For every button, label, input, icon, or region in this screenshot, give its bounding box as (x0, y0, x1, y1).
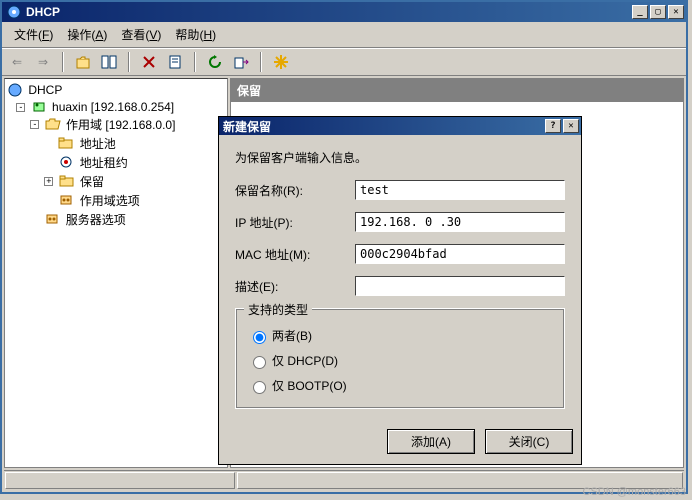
dhcp-icon (7, 83, 23, 97)
up-folder-button[interactable] (72, 51, 94, 73)
expand-icon[interactable]: + (44, 177, 53, 186)
description-label: 描述(E): (235, 278, 355, 295)
tree-server-options[interactable]: 服务器选项 (7, 210, 225, 229)
radio-dhcp-label: 仅 DHCP(D) (272, 352, 338, 369)
options-icon (44, 212, 60, 226)
pane-header: 保留 (231, 79, 683, 102)
new-reservation-dialog: 新建保留 ? ✕ 为保留客户端输入信息。 保留名称(R): IP 地址(P): … (218, 116, 582, 465)
folder-open-icon (45, 117, 61, 131)
maximize-button[interactable]: ▢ (650, 5, 666, 19)
collapse-icon[interactable]: - (30, 120, 39, 129)
reservation-name-input[interactable] (355, 180, 565, 200)
close-dialog-button[interactable]: 关闭(C) (485, 429, 573, 454)
ip-address-label: IP 地址(P): (235, 214, 355, 231)
radio-both-label: 两者(B) (272, 327, 312, 344)
dialog-title: 新建保留 (223, 118, 543, 135)
description-input[interactable] (355, 276, 565, 296)
show-hide-tree-button[interactable] (98, 51, 120, 73)
dialog-close-button[interactable]: ✕ (563, 119, 579, 133)
tree-pane[interactable]: DHCP - huaxin [192.168.0.254] - 作用域 [192… (4, 78, 228, 468)
radio-bootp-label: 仅 BOOTP(O) (272, 377, 347, 394)
menubar: 文件(F) 操作(A) 查看(V) 帮助(H) (2, 22, 686, 48)
menu-file[interactable]: 文件(F) (8, 24, 59, 45)
menu-action[interactable]: 操作(A) (61, 24, 113, 45)
toolbar: ⇐ ⇒ (2, 48, 686, 76)
collapse-icon[interactable]: - (16, 103, 25, 112)
mac-address-label: MAC 地址(M): (235, 246, 355, 263)
options-icon (58, 193, 74, 207)
radio-dhcp-only[interactable] (253, 356, 266, 369)
properties-button[interactable] (164, 51, 186, 73)
radio-both[interactable] (253, 331, 266, 344)
minimize-button[interactable]: _ (632, 5, 648, 19)
tree-scope-options[interactable]: 作用域选项 (7, 191, 225, 210)
menu-help[interactable]: 帮助(H) (169, 24, 222, 45)
tree-pool[interactable]: 地址池 (7, 134, 225, 153)
mac-address-input[interactable] (355, 244, 565, 264)
dialog-help-button[interactable]: ? (545, 119, 561, 133)
tree-server[interactable]: - huaxin [192.168.0.254] (7, 98, 225, 115)
lease-icon (58, 155, 74, 169)
close-button[interactable]: ✕ (668, 5, 684, 19)
export-button[interactable] (230, 51, 252, 73)
tree-scope[interactable]: - 作用域 [192.168.0.0] (7, 115, 225, 134)
dhcp-app-icon (6, 4, 22, 20)
new-reservation-button[interactable] (270, 51, 292, 73)
forward-button[interactable]: ⇒ (32, 51, 54, 73)
dialog-instruction: 为保留客户端输入信息。 (235, 149, 565, 166)
supported-types-group: 支持的类型 两者(B) 仅 DHCP(D) 仅 BOOTP(O) (235, 308, 565, 409)
folder-icon (58, 136, 74, 150)
tree-lease[interactable]: 地址租约 (7, 153, 225, 172)
server-icon (31, 100, 47, 114)
refresh-button[interactable] (204, 51, 226, 73)
window-title: DHCP (26, 5, 630, 19)
ip-address-input[interactable] (355, 212, 565, 232)
group-title: 支持的类型 (244, 301, 312, 318)
add-button[interactable]: 添加(A) (387, 429, 475, 454)
reservation-name-label: 保留名称(R): (235, 182, 355, 199)
delete-button[interactable] (138, 51, 160, 73)
folder-icon (59, 174, 75, 188)
tree-reservation[interactable]: + 保留 (7, 172, 225, 191)
watermark: CSDN @monster663 (583, 486, 686, 498)
main-titlebar: DHCP _ ▢ ✕ (2, 2, 686, 22)
menu-view[interactable]: 查看(V) (115, 24, 167, 45)
radio-bootp-only[interactable] (253, 381, 266, 394)
tree-root[interactable]: DHCP (7, 81, 225, 98)
back-button[interactable]: ⇐ (6, 51, 28, 73)
